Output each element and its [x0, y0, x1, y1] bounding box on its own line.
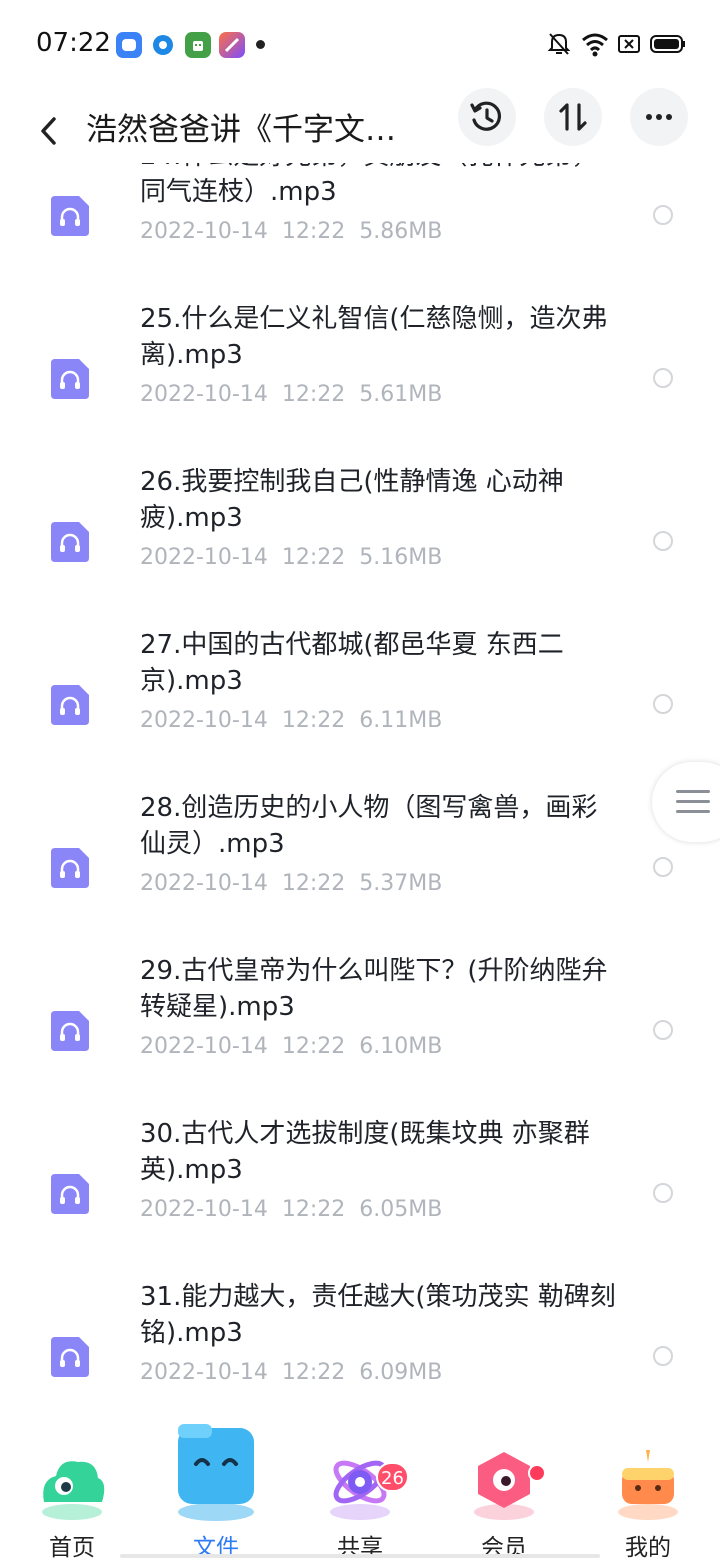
audio-file-icon	[51, 848, 89, 888]
select-checkbox[interactable]	[653, 1183, 673, 1203]
file-list-item[interactable]: 27.中国的古代都城(都邑华夏 东西二京).mp3 2022-10-14 12:…	[0, 627, 720, 790]
history-icon	[470, 101, 501, 131]
sort-button[interactable]	[544, 88, 602, 146]
mute-icon	[547, 33, 571, 55]
bottom-tab-bar: 首页 文件 共享 26 会员 我的	[0, 1420, 720, 1561]
share-count-badge: 26	[376, 1462, 409, 1492]
select-checkbox[interactable]	[653, 857, 673, 877]
tab-profile[interactable]: 我的	[576, 1420, 720, 1561]
file-meta: 2022-10-14 12:22 6.05MB	[140, 1197, 443, 1222]
file-name: 27.中国的古代都城(都邑华夏 东西二京).mp3	[140, 630, 564, 696]
back-button[interactable]	[30, 102, 70, 158]
back-arrow-icon	[41, 117, 56, 145]
select-checkbox[interactable]	[653, 1346, 673, 1366]
audio-file-icon	[51, 522, 89, 562]
select-checkbox[interactable]	[653, 694, 673, 714]
file-list-item[interactable]: 30.古代人才选拔制度(既集坟典 亦聚群英).mp3 2022-10-14 12…	[0, 1116, 720, 1279]
audio-file-icon	[51, 1174, 89, 1214]
file-list-item[interactable]: 28.创造历史的小人物（图写禽兽，画彩仙灵）.mp3 2022-10-14 12…	[0, 790, 720, 953]
battery-icon	[650, 35, 685, 53]
vip-notification-dot	[528, 1464, 546, 1482]
status-time: 07:22	[36, 28, 111, 58]
file-name: 24.什么是好兄弟，真朋友（孔怀兄弟，同气连枝）.mp3	[140, 163, 597, 207]
file-meta: 2022-10-14 12:22 5.16MB	[140, 545, 443, 570]
tab-share[interactable]: 共享	[288, 1420, 432, 1561]
file-name: 31.能力越大，责任越大(策功茂实 勒碑刻铭).mp3	[140, 1282, 616, 1348]
sim-icon	[618, 35, 640, 53]
handle-line	[676, 810, 710, 813]
file-list: 24.什么是好兄弟，真朋友（孔怀兄弟，同气连枝）.mp3 2022-10-14 …	[0, 163, 720, 1423]
file-name: 30.古代人才选拔制度(既集坟典 亦聚群英).mp3	[140, 1119, 590, 1185]
android-app-icon	[185, 32, 211, 58]
tab-files[interactable]: 文件	[144, 1420, 288, 1561]
more-button[interactable]	[630, 88, 688, 146]
file-list-item[interactable]: 31.能力越大，责任越大(策功茂实 勒碑刻铭).mp3 2022-10-14 1…	[0, 1279, 720, 1423]
history-button[interactable]	[458, 88, 516, 146]
file-name: 28.创造历史的小人物（图写禽兽，画彩仙灵）.mp3	[140, 793, 598, 859]
file-meta: 2022-10-14 12:22 6.11MB	[140, 708, 443, 733]
more-icon	[646, 114, 672, 120]
file-folder-icon	[178, 1424, 254, 1521]
file-list-item[interactable]: 24.什么是好兄弟，真朋友（孔怀兄弟，同气连枝）.mp3 2022-10-14 …	[0, 163, 720, 301]
chat-app-icon	[116, 32, 142, 58]
audio-file-icon	[51, 685, 89, 725]
audio-file-icon	[51, 1011, 89, 1051]
audio-file-icon	[51, 196, 89, 236]
tab-vip[interactable]: 会员	[432, 1420, 576, 1561]
file-meta: 2022-10-14 12:22 5.37MB	[140, 871, 443, 896]
more-notifications-dot	[256, 40, 265, 49]
file-name: 29.古代皇帝为什么叫陛下？(升阶纳陛弁转疑星).mp3	[140, 956, 608, 1022]
file-meta: 2022-10-14 12:22 5.86MB	[140, 219, 443, 244]
wifi-icon	[582, 33, 608, 57]
audio-file-icon	[51, 1337, 89, 1377]
browser-app-icon	[150, 32, 176, 58]
file-meta: 2022-10-14 12:22 6.10MB	[140, 1034, 443, 1059]
handle-line	[676, 800, 710, 803]
home-cloud-icon	[42, 1461, 105, 1520]
select-checkbox[interactable]	[653, 205, 673, 225]
file-name: 25.什么是仁义礼智信(仁慈隐恻，造次弗离).mp3	[140, 304, 608, 370]
file-meta: 2022-10-14 12:22 5.61MB	[140, 382, 443, 407]
file-meta: 2022-10-14 12:22 6.09MB	[140, 1360, 443, 1385]
status-bar: 07:22	[0, 0, 720, 88]
file-list-item[interactable]: 29.古代皇帝为什么叫陛下？(升阶纳陛弁转疑星).mp3 2022-10-14 …	[0, 953, 720, 1116]
profile-cake-icon	[618, 1450, 678, 1520]
audio-file-icon	[51, 359, 89, 399]
sort-icon	[559, 103, 587, 131]
file-list-item[interactable]: 25.什么是仁义礼智信(仁慈隐恻，造次弗离).mp3 2022-10-14 12…	[0, 301, 720, 464]
vip-gem-icon	[474, 1452, 534, 1520]
select-checkbox[interactable]	[653, 368, 673, 388]
page-title: 浩然爸爸讲《千字文…	[86, 112, 396, 148]
handle-line	[676, 790, 710, 793]
home-indicator	[120, 1554, 600, 1558]
tab-home[interactable]: 首页	[0, 1420, 144, 1561]
select-checkbox[interactable]	[653, 1020, 673, 1040]
share-atom-icon	[330, 1460, 390, 1520]
shortcut-app-icon	[219, 32, 245, 58]
select-checkbox[interactable]	[653, 531, 673, 551]
file-name: 26.我要控制我自己(性静情逸 心动神疲).mp3	[140, 467, 564, 533]
file-list-item[interactable]: 26.我要控制我自己(性静情逸 心动神疲).mp3 2022-10-14 12:…	[0, 464, 720, 627]
